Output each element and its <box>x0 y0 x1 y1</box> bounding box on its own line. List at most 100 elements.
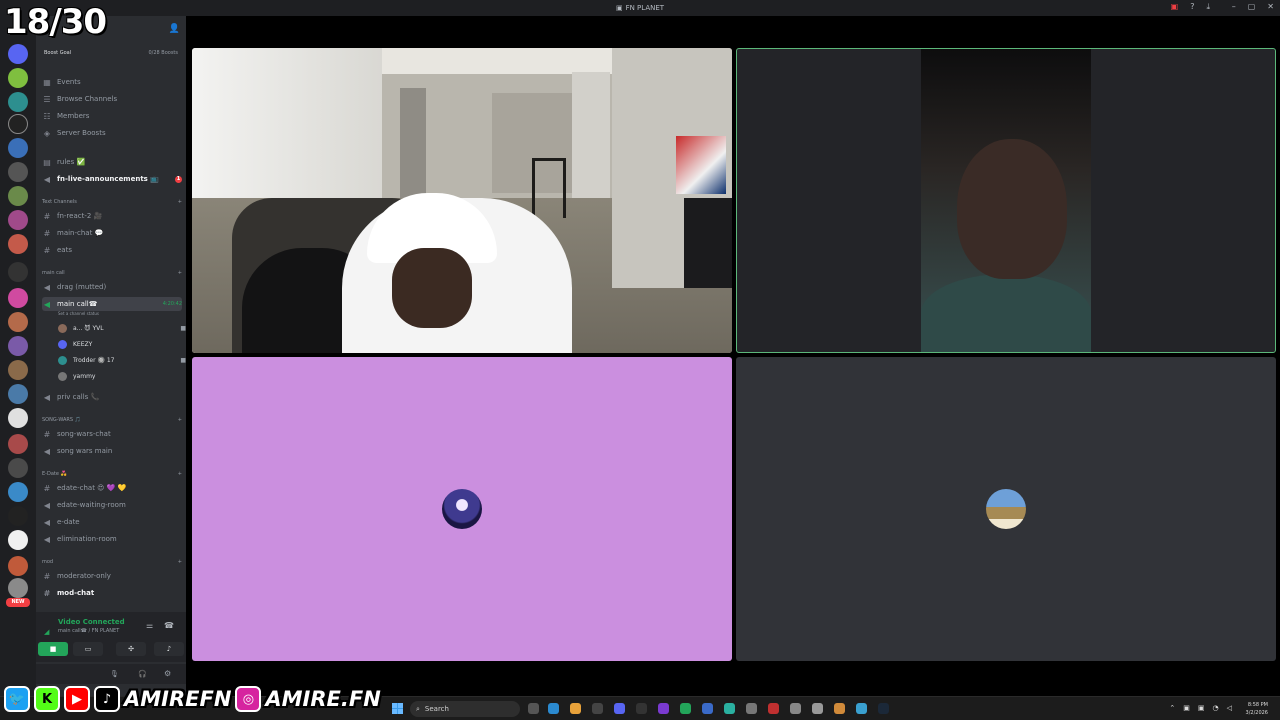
windows-start-icon[interactable] <box>392 703 403 714</box>
add-channel-icon[interactable]: + <box>178 199 182 205</box>
server-icon[interactable] <box>8 234 28 254</box>
add-member-icon[interactable]: 👤 <box>169 24 180 34</box>
channel-fn-live-announcements[interactable]: ◀ fn-live-announcements 📺 1 <box>42 172 182 186</box>
voice-channel-drag[interactable]: ◀ drag (mutted) <box>42 280 182 294</box>
clock[interactable]: 8:58 PM 3/2/2026 <box>1246 701 1268 717</box>
server-icon[interactable] <box>8 458 28 478</box>
nav-server-boosts[interactable]: ◈ Server Boosts <box>42 126 182 140</box>
add-channel-icon[interactable]: + <box>178 270 182 276</box>
activities-button[interactable]: ✣ <box>116 642 146 656</box>
server-icon[interactable] <box>8 138 28 158</box>
app-icon[interactable] <box>724 703 735 714</box>
voice-user[interactable]: a... 😈 YVL ■ <box>58 321 186 335</box>
voice-channel-elimination-room[interactable]: ◀ elimination-room <box>42 532 182 546</box>
edge-icon[interactable] <box>548 703 559 714</box>
nav-browse-channels[interactable]: ☰ Browse Channels <box>42 92 182 106</box>
app-icon[interactable] <box>768 703 779 714</box>
disconnect-icon[interactable]: ☎ <box>164 621 174 630</box>
server-icon[interactable] <box>8 556 28 576</box>
steam-icon[interactable] <box>878 703 889 714</box>
channel-mod-chat[interactable]: # mod-chat <box>42 586 182 600</box>
channel-fn-react-2[interactable]: # fn-react-2 🎥 <box>42 209 182 223</box>
server-icon[interactable] <box>8 68 28 88</box>
channel-moderator-only[interactable]: # moderator-only <box>42 569 182 583</box>
server-icon[interactable] <box>8 262 28 282</box>
headset-icon[interactable]: 🎧 <box>138 670 147 678</box>
video-tile-speaking[interactable] <box>736 48 1276 353</box>
task-view-icon[interactable] <box>528 703 539 714</box>
discord-icon[interactable] <box>614 703 625 714</box>
chrome-icon[interactable] <box>570 703 581 714</box>
voice-location[interactable]: main call☎ / FN PLANET <box>58 628 119 634</box>
channel-eats[interactable]: # eats <box>42 243 182 257</box>
category-text-channels[interactable]: Text Channels + <box>42 199 182 205</box>
server-icon[interactable] <box>8 288 28 308</box>
app-tray-icon[interactable]: ▣ <box>1183 704 1190 712</box>
channel-rules[interactable]: ▤ rules ✅ <box>42 155 182 169</box>
video-tile[interactable] <box>192 48 732 353</box>
settings-icon[interactable]: ⚙ <box>164 669 171 678</box>
server-icon[interactable] <box>8 408 28 428</box>
boost-goal-bar[interactable]: Boost Goal 0/28 Boosts <box>36 50 186 60</box>
taskbar-search[interactable]: ⌕ Search <box>410 701 520 717</box>
chevron-up-icon[interactable]: ⌃ <box>1169 704 1175 712</box>
noise-suppression-icon[interactable]: ⚌ <box>146 621 153 630</box>
app-icon[interactable] <box>746 703 757 714</box>
server-icon[interactable] <box>8 114 28 134</box>
voice-channel-main-call[interactable]: ◀ main call☎ 4:20:42 <box>42 297 182 311</box>
channel-status[interactable]: Set a channel status <box>58 311 99 316</box>
maximize-icon[interactable]: ▢ <box>1248 2 1256 11</box>
voice-channel-song-wars-main[interactable]: ◀ song wars main <box>42 444 182 458</box>
server-icon[interactable] <box>8 506 28 526</box>
app-icon[interactable] <box>790 703 801 714</box>
app-icon[interactable] <box>702 703 713 714</box>
channel-song-wars-chat[interactable]: # song-wars-chat <box>42 427 182 441</box>
category-song-wars[interactable]: SONG-WARS 🎵 + <box>42 417 182 423</box>
app-icon[interactable] <box>856 703 867 714</box>
server-icon[interactable] <box>8 186 28 206</box>
close-icon[interactable]: ✕ <box>1267 2 1274 11</box>
xbox-icon[interactable] <box>680 703 691 714</box>
add-channel-icon[interactable]: + <box>178 471 182 477</box>
voice-user[interactable]: yammy <box>58 369 186 383</box>
channel-edate-chat[interactable]: # edate-chat 😍 💜 💛 <box>42 481 182 495</box>
nav-members[interactable]: ☷ Members <box>42 109 182 123</box>
voice-status[interactable]: Video Connected <box>58 618 125 626</box>
app-icon[interactable] <box>592 703 603 714</box>
chrome-icon[interactable] <box>834 703 845 714</box>
server-icon[interactable] <box>8 336 28 356</box>
channel-main-chat[interactable]: # main-chat 💬 <box>42 226 182 240</box>
server-icon[interactable] <box>8 578 28 598</box>
soundboard-button[interactable]: ♪ <box>154 642 184 656</box>
epic-games-icon[interactable] <box>636 703 647 714</box>
category-mod[interactable]: mod + <box>42 559 182 565</box>
inbox-icon[interactable]: ▣ <box>1171 2 1179 12</box>
download-icon[interactable]: ⤓ <box>1206 2 1210 12</box>
audio-tile[interactable] <box>736 357 1276 661</box>
voice-channel-e-date[interactable]: ◀ e-date <box>42 515 182 529</box>
server-icon[interactable] <box>8 482 28 502</box>
voice-channel-edate-waiting-room[interactable]: ◀ edate-waiting-room <box>42 498 182 512</box>
category-edate[interactable]: E-Date 💑 + <box>42 471 182 477</box>
mic-icon[interactable]: 🎙 <box>110 670 119 678</box>
help-icon[interactable]: ? <box>1190 2 1194 12</box>
server-icon[interactable] <box>8 530 28 550</box>
voice-user[interactable]: Trodder 🔘 17 ■ <box>58 353 186 367</box>
server-icon[interactable] <box>8 210 28 230</box>
screen-share-button[interactable]: ▭ <box>73 642 103 656</box>
server-icon[interactable] <box>8 92 28 112</box>
wifi-icon[interactable]: ◔ <box>1213 704 1219 712</box>
server-icon[interactable] <box>8 360 28 380</box>
voice-channel-priv-calls[interactable]: ◀ priv calls 📞 <box>42 390 182 404</box>
server-icon[interactable] <box>8 44 28 64</box>
volume-icon[interactable]: ◁ <box>1227 704 1232 712</box>
add-channel-icon[interactable]: + <box>178 559 182 565</box>
app-tray-icon[interactable]: ▣ <box>1198 704 1205 712</box>
category-main-call[interactable]: main call + <box>42 270 182 276</box>
server-icon[interactable] <box>8 434 28 454</box>
server-icon[interactable] <box>8 162 28 182</box>
minimize-icon[interactable]: – <box>1232 2 1236 11</box>
add-channel-icon[interactable]: + <box>178 417 182 423</box>
settings-app-icon[interactable] <box>812 703 823 714</box>
app-icon[interactable] <box>658 703 669 714</box>
